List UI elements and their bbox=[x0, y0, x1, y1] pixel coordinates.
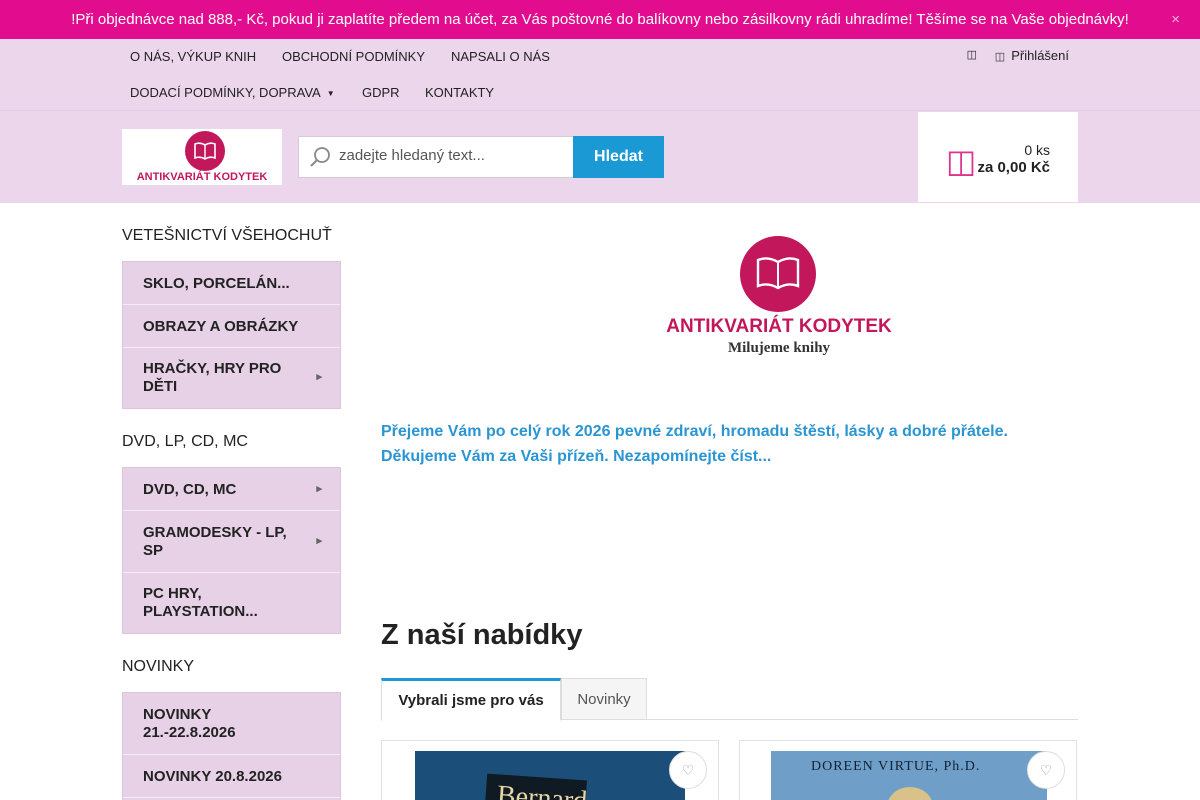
sidebar-menu-vetesnictvi: Sklo, porcelán... Obrazy a obrázky Hračk… bbox=[122, 261, 341, 409]
nav-link-obchodni-podminky[interactable]: Obchodní podmínky bbox=[282, 49, 425, 64]
sidebar-item-obrazy[interactable]: Obrazy a obrázky bbox=[123, 305, 340, 348]
sidebar-heading-dvd: DVD, LP, CD, MC bbox=[122, 433, 248, 450]
book-logo-icon bbox=[185, 131, 225, 171]
sidebar-item-label: PC hry, playstation... bbox=[143, 585, 258, 620]
sidebar-item-label: Novinky 20.8.2026 bbox=[143, 768, 282, 785]
hero-logo: ANTIKVARIÁT KODYTEK Milujeme knihy bbox=[656, 236, 902, 366]
hero-tagline: Milujeme knihy bbox=[727, 340, 831, 356]
search-box bbox=[298, 136, 574, 178]
wishlist-icon[interactable]: ♡ bbox=[669, 751, 707, 789]
greeting-line-2: Děkujeme Vám za Vaši přízeň. Nezapomínej… bbox=[381, 448, 772, 465]
nav-link-dodaci-label: Dodací podmínky, doprava bbox=[130, 85, 321, 100]
nav-link-dodaci-podminky[interactable]: Dodací podmínky, doprava ▼ bbox=[130, 85, 335, 100]
nav-link-napsali-o-nas[interactable]: Napsali o nás bbox=[451, 49, 550, 64]
product-image[interactable]: Bernard bbox=[415, 751, 685, 800]
sidebar-item-hracky[interactable]: Hračky, hry pro děti ▸ bbox=[123, 348, 340, 408]
login-link[interactable]: ◫ ◫ Přihlášení bbox=[967, 48, 1069, 63]
sidebar-heading-novinky: Novinky bbox=[122, 658, 195, 675]
tab-vybrali-jsme[interactable]: Vybrali jsme pro vás bbox=[381, 678, 561, 721]
section-title: Z naší nabídky bbox=[381, 619, 583, 651]
chevron-down-icon: ▼ bbox=[326, 89, 335, 99]
cover-picture bbox=[887, 787, 933, 800]
info-banner: !Při objednávce nad 888,- Kč, pokud ji z… bbox=[0, 0, 1200, 39]
sidebar-item-label: Obrazy a obrázky bbox=[143, 318, 299, 335]
logo-text: ANTIKVARIÁT KODYTEK bbox=[136, 171, 268, 183]
nav-link-gdpr[interactable]: GDPR bbox=[362, 85, 400, 100]
product-card[interactable]: Bernard ♡ bbox=[381, 740, 719, 800]
product-image[interactable]: DOREEN VIRTUE, Ph.D. bbox=[771, 751, 1047, 800]
offer-tabs: Vybrali jsme pro vás Novinky bbox=[381, 678, 1078, 721]
sidebar-item-label: Sklo, porcelán... bbox=[143, 275, 290, 292]
close-icon[interactable]: × bbox=[1171, 11, 1180, 28]
sidebar-item-sklo[interactable]: Sklo, porcelán... bbox=[123, 262, 340, 305]
cart-icon: ◫ bbox=[946, 143, 977, 179]
book-logo-icon bbox=[740, 236, 816, 312]
sidebar-item-label: DVD, CD, MC bbox=[143, 481, 237, 498]
search-button[interactable]: Hledat bbox=[573, 136, 664, 178]
greeting-text: Přejeme Vám po celý rok 2026 pevné zdrav… bbox=[381, 419, 1081, 469]
sidebar-item-dvd-cd-mc[interactable]: DVD, CD, MC ▸ bbox=[123, 468, 340, 511]
product-card[interactable]: DOREEN VIRTUE, Ph.D. ♡ bbox=[739, 740, 1077, 800]
sidebar-item-label: Hračky, hry pro děti bbox=[143, 360, 282, 395]
wishlist-icon[interactable]: ♡ bbox=[1027, 751, 1065, 789]
sidebar-menu-novinky: Novinky 21.-22.8.2026 Novinky 20.8.2026 bbox=[122, 692, 341, 800]
chevron-right-icon: ▸ bbox=[316, 535, 322, 547]
site-logo[interactable]: ANTIKVARIÁT KODYTEK bbox=[122, 129, 282, 185]
cart-widget[interactable]: ◫ 0 ks za 0,00 Kč bbox=[918, 112, 1078, 202]
chevron-right-icon: ▸ bbox=[316, 371, 322, 383]
sidebar-menu-dvd: DVD, CD, MC ▸ Gramodesky - LP, SP ▸ PC h… bbox=[122, 467, 341, 634]
sidebar-heading-vetesnictvi: Vetešnictví Všehochuť bbox=[122, 227, 332, 244]
search-icon bbox=[310, 147, 330, 167]
cart-quantity: 0 ks bbox=[1024, 142, 1050, 158]
greeting-line-1: Přejeme Vám po celý rok 2026 pevné zdrav… bbox=[381, 423, 1008, 440]
user-icon: ◫ bbox=[994, 51, 1006, 63]
nav-link-kontakty[interactable]: Kontakty bbox=[425, 85, 494, 100]
login-label: Přihlášení bbox=[1011, 48, 1069, 63]
hero-title: ANTIKVARIÁT KODYTEK bbox=[666, 316, 892, 337]
sidebar-item-novinky-21-22[interactable]: Novinky 21.-22.8.2026 bbox=[123, 693, 340, 755]
sidebar-item-label: Gramodesky - LP, SP bbox=[143, 524, 287, 559]
sidebar-item-gramodesky[interactable]: Gramodesky - LP, SP ▸ bbox=[123, 511, 340, 573]
header: ANTIKVARIÁT KODYTEK Hledat ◫ 0 ks za 0,0… bbox=[0, 111, 1200, 203]
chevron-right-icon: ▸ bbox=[316, 483, 322, 495]
sidebar-item-pc-hry[interactable]: PC hry, playstation... bbox=[123, 573, 340, 633]
cart-small-icon[interactable]: ◫ bbox=[967, 48, 977, 61]
sidebar-item-novinky-20[interactable]: Novinky 20.8.2026 bbox=[123, 755, 340, 798]
cover-text: DOREEN VIRTUE, Ph.D. bbox=[811, 759, 981, 774]
tab-novinky[interactable]: Novinky bbox=[561, 678, 647, 720]
search-input[interactable] bbox=[339, 147, 564, 164]
info-banner-message: !Při objednávce nad 888,- Kč, pokud ji z… bbox=[71, 11, 1129, 28]
top-navigation: O nás, výkup knih Obchodní podmínky Naps… bbox=[0, 39, 1200, 111]
cart-total: za 0,00 Kč bbox=[977, 159, 1050, 176]
sidebar-item-label: Novinky 21.-22.8.2026 bbox=[143, 706, 236, 741]
nav-link-o-nas[interactable]: O nás, výkup knih bbox=[130, 49, 256, 64]
